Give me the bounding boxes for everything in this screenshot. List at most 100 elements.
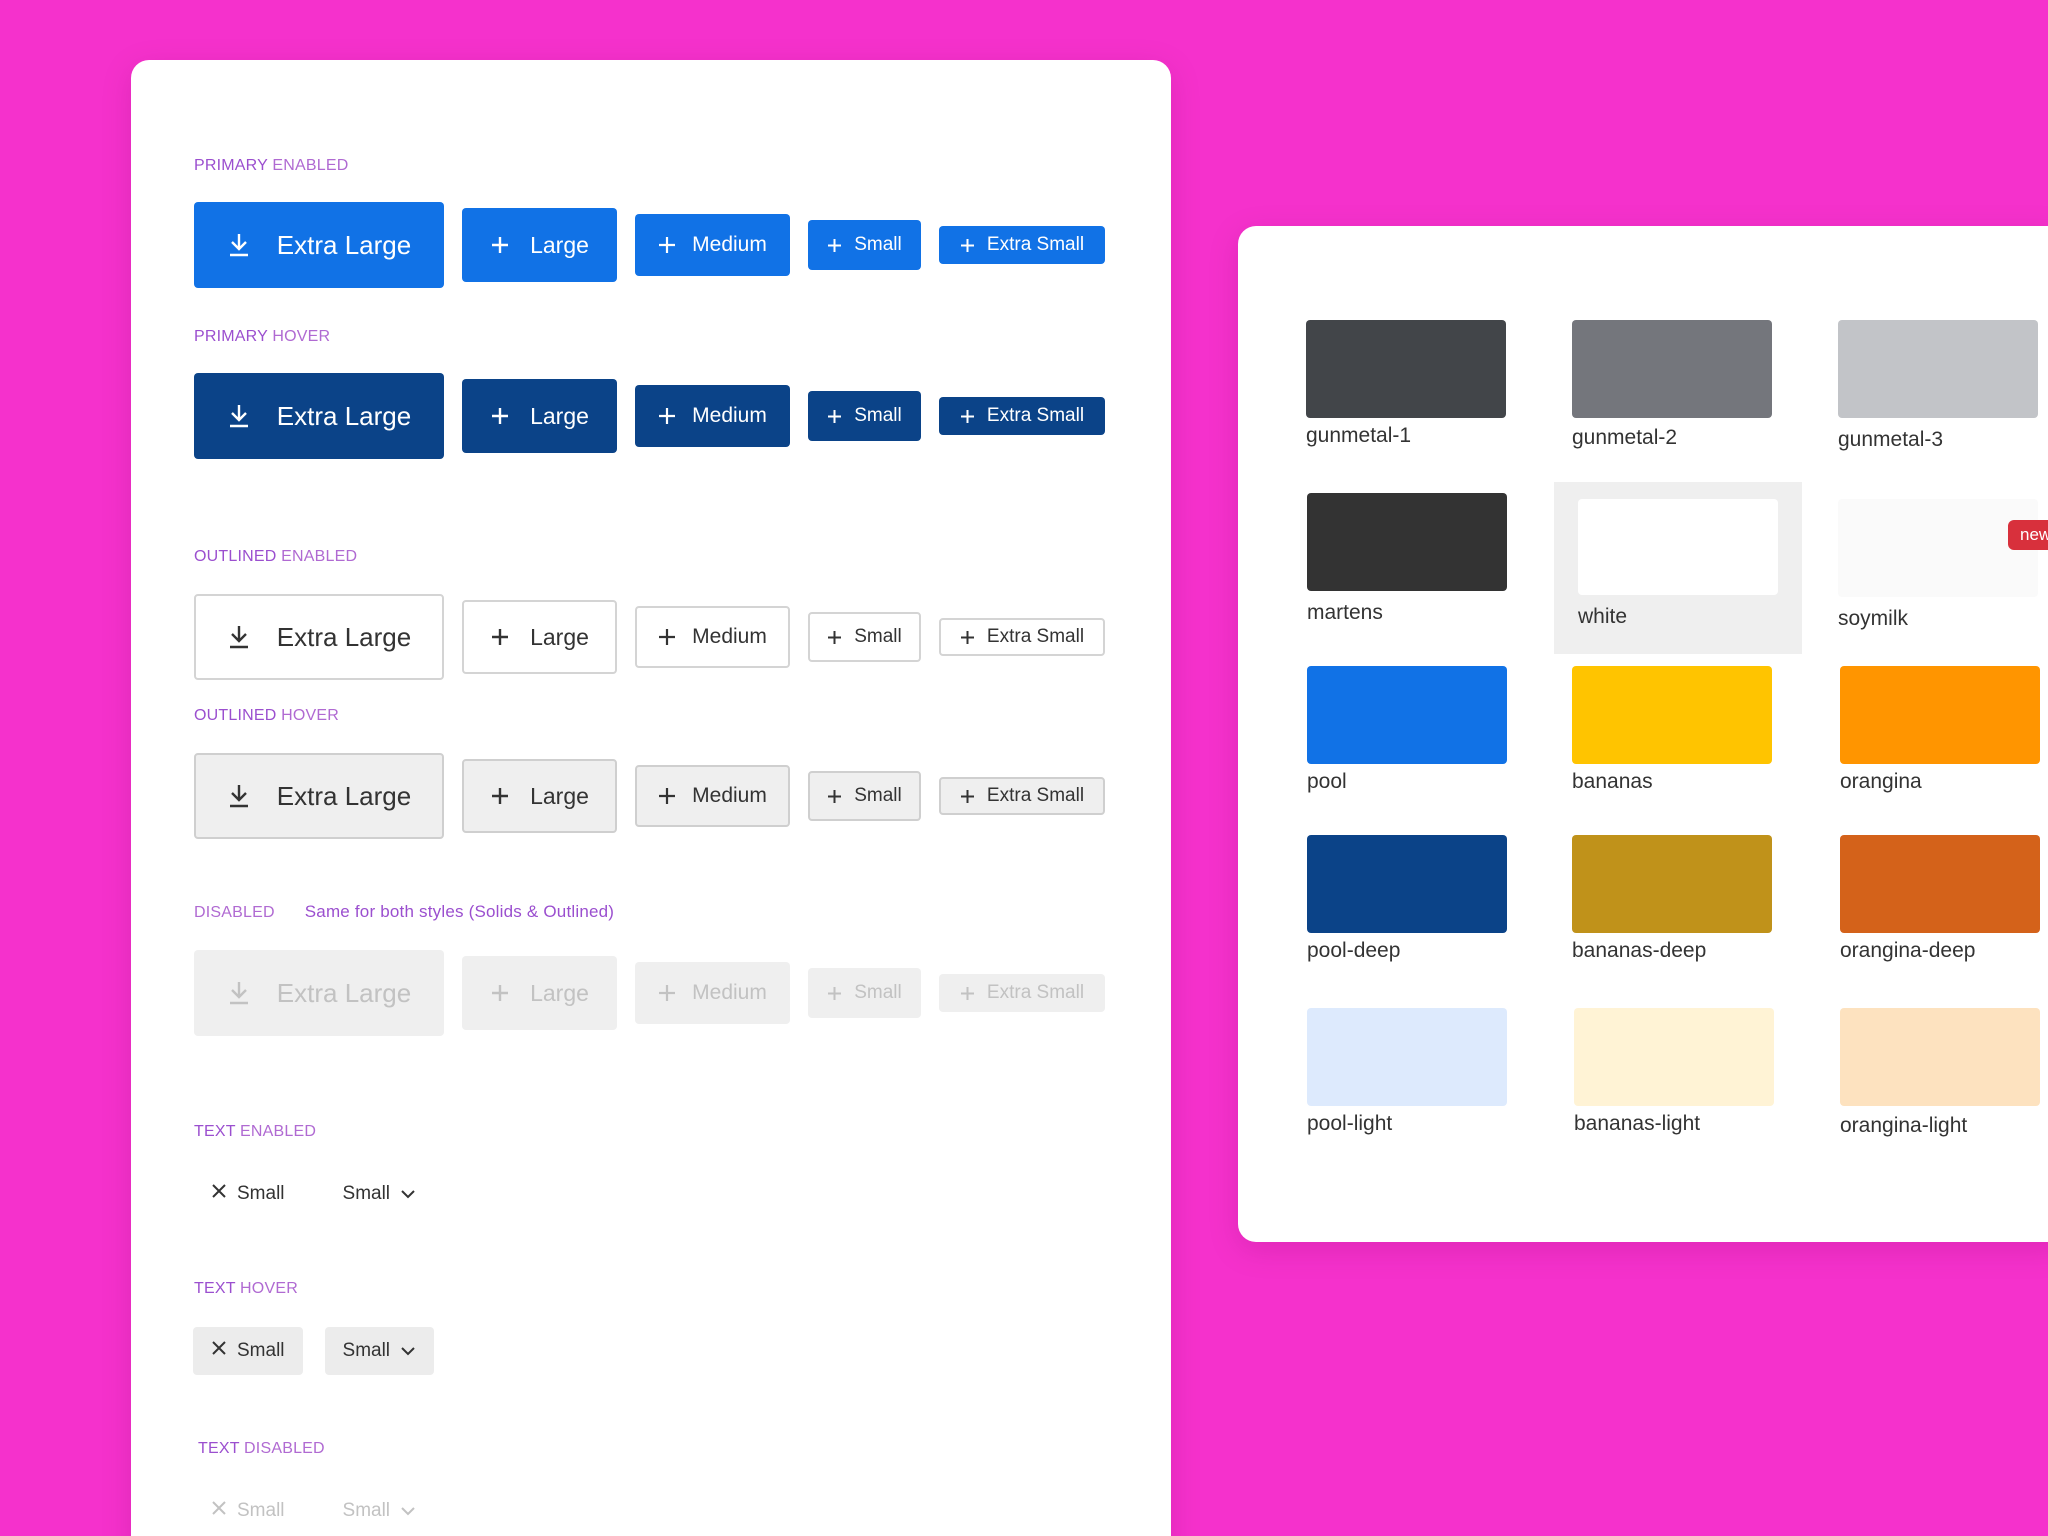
swatch-gunmetal-3: gunmetal-3 bbox=[1838, 320, 2038, 452]
swatch-name: orangina-deep bbox=[1840, 939, 1976, 962]
button-label: Medium bbox=[692, 233, 767, 256]
button-label: Extra Small bbox=[986, 234, 1085, 255]
swatch-pool: pool bbox=[1307, 666, 1507, 794]
plus-icon bbox=[658, 236, 676, 254]
primary-sm-button[interactable]: Small bbox=[808, 220, 921, 270]
primary-hover-lg-button[interactable]: Large bbox=[462, 379, 617, 453]
primary-hover-xl-button[interactable]: Extra Large bbox=[194, 373, 444, 459]
button-label: Extra Small bbox=[986, 785, 1085, 806]
text-dropdown-button[interactable]: Small bbox=[325, 1170, 435, 1218]
plus-icon bbox=[490, 786, 510, 806]
download-icon bbox=[227, 980, 251, 1006]
swatch-pool-deep: pool-deep bbox=[1307, 835, 1507, 963]
plus-icon bbox=[658, 407, 676, 425]
swatch-name: orangina bbox=[1840, 770, 1922, 793]
button-label: Large bbox=[530, 782, 589, 809]
plus-icon bbox=[827, 986, 842, 1001]
button-label: Small bbox=[854, 982, 902, 1003]
primary-hover-xs-button[interactable]: Extra Small bbox=[939, 397, 1105, 435]
primary-xs-button[interactable]: Extra Small bbox=[939, 226, 1105, 264]
disabled-xs-button: Extra Small bbox=[939, 974, 1105, 1012]
swatch-orangina-light: orangina-light bbox=[1840, 1008, 2040, 1138]
swatch-chip bbox=[1572, 320, 1772, 418]
plus-icon bbox=[827, 789, 842, 804]
outlined-hover-lg-button[interactable]: Large bbox=[462, 759, 617, 833]
swatch-chip bbox=[1307, 666, 1507, 764]
button-label: Medium bbox=[692, 404, 767, 427]
outlined-md-button[interactable]: Medium bbox=[635, 606, 790, 668]
primary-lg-button[interactable]: Large bbox=[462, 208, 617, 282]
outlined-xs-button[interactable]: Extra Small bbox=[939, 618, 1105, 656]
button-states-card: PRIMARY ENABLED Extra Large Large Medium… bbox=[131, 60, 1171, 1536]
swatch-name: gunmetal-1 bbox=[1306, 424, 1412, 447]
download-icon bbox=[227, 624, 251, 650]
swatch-name: bananas bbox=[1572, 770, 1653, 793]
button-label: Extra Small bbox=[986, 405, 1085, 426]
download-icon bbox=[227, 783, 251, 809]
plus-icon bbox=[960, 986, 975, 1001]
outlined-hover-xl-button[interactable]: Extra Large bbox=[194, 753, 444, 839]
plus-icon bbox=[960, 409, 975, 424]
swatch-name: orangina-light bbox=[1840, 1114, 1968, 1137]
primary-xl-button[interactable]: Extra Large bbox=[194, 202, 444, 288]
swatch-name: bananas-deep bbox=[1572, 939, 1707, 962]
button-label: Medium bbox=[692, 784, 767, 807]
new-badge: new bbox=[2008, 520, 2048, 550]
swatch-orangina-deep: orangina-deep bbox=[1840, 835, 2040, 963]
swatch-name: bananas-light bbox=[1574, 1112, 1701, 1135]
button-label: Extra Large bbox=[276, 621, 412, 652]
outlined-hover-sm-button[interactable]: Small bbox=[808, 771, 921, 821]
swatch-chip bbox=[1578, 499, 1778, 595]
outlined-hover-md-button[interactable]: Medium bbox=[635, 765, 790, 827]
plus-icon bbox=[658, 628, 676, 646]
swatch-orangina: orangina bbox=[1840, 666, 2040, 794]
disabled-lg-button: Large bbox=[462, 956, 617, 1030]
primary-hover-sm-button[interactable]: Small bbox=[808, 391, 921, 441]
swatch-name: martens bbox=[1307, 601, 1383, 624]
plus-icon bbox=[490, 627, 510, 647]
outlined-hover-xs-button[interactable]: Extra Small bbox=[939, 777, 1105, 815]
text-hover-dropdown-button[interactable]: Small bbox=[324, 1327, 435, 1375]
swatch-chip bbox=[1307, 835, 1507, 933]
close-icon bbox=[211, 1183, 227, 1205]
disabled-md-button: Medium bbox=[635, 962, 790, 1024]
plus-icon bbox=[490, 406, 510, 426]
button-label: Small bbox=[342, 1340, 391, 1361]
swatch-chip bbox=[1838, 320, 2038, 418]
button-label: Small bbox=[854, 405, 902, 426]
button-label: Extra Large bbox=[276, 229, 412, 260]
color-swatch-card: gunmetal-1 gunmetal-2 gunmetal-3 martens… bbox=[1238, 226, 2048, 1242]
swatch-name: white bbox=[1578, 605, 1628, 628]
primary-hover-row: Extra Large Large Medium Small Extra Sma… bbox=[194, 373, 1123, 459]
primary-enabled-row: Extra Large Large Medium Small Extra Sma… bbox=[194, 202, 1123, 288]
primary-md-button[interactable]: Medium bbox=[635, 214, 790, 276]
disabled-note: Same for both styles (Solids & Outlined) bbox=[304, 902, 615, 921]
outlined-hover-row: Extra Large Large Medium Small Extra Sma… bbox=[194, 753, 1123, 839]
close-icon bbox=[211, 1500, 227, 1522]
button-label: Extra Small bbox=[986, 982, 1085, 1003]
text-hover-close-button[interactable]: Small bbox=[193, 1327, 303, 1375]
section-label-text-disabled: TEXT DISABLED bbox=[198, 1440, 325, 1457]
button-label: Large bbox=[530, 979, 589, 1006]
primary-hover-md-button[interactable]: Medium bbox=[635, 385, 790, 447]
section-label-outlined-hover: OUTLINED HOVER bbox=[194, 707, 340, 724]
button-label: Small bbox=[854, 626, 902, 647]
swatch-gunmetal-1: gunmetal-1 bbox=[1306, 320, 1506, 448]
text-close-button[interactable]: Small bbox=[193, 1170, 303, 1218]
button-label: Small bbox=[237, 1340, 285, 1361]
swatch-chip bbox=[1840, 1008, 2040, 1106]
download-icon bbox=[227, 403, 251, 429]
swatch-martens: martens bbox=[1307, 493, 1507, 625]
button-label: Large bbox=[530, 623, 589, 650]
swatch-name: gunmetal-3 bbox=[1838, 428, 1944, 451]
outlined-sm-button[interactable]: Small bbox=[808, 612, 921, 662]
outlined-lg-button[interactable]: Large bbox=[462, 600, 617, 674]
button-label: Large bbox=[530, 402, 589, 429]
plus-icon bbox=[490, 983, 510, 1003]
outlined-xl-button[interactable]: Extra Large bbox=[194, 594, 444, 680]
swatch-name: soymilk bbox=[1838, 607, 1909, 630]
section-label-primary-hover: PRIMARY HOVER bbox=[194, 328, 331, 345]
disabled-row: Extra Large Large Medium Small Extra Sma… bbox=[194, 950, 1123, 1036]
swatch-chip bbox=[1840, 835, 2040, 933]
outlined-enabled-row: Extra Large Large Medium Small Extra Sma… bbox=[194, 594, 1123, 680]
